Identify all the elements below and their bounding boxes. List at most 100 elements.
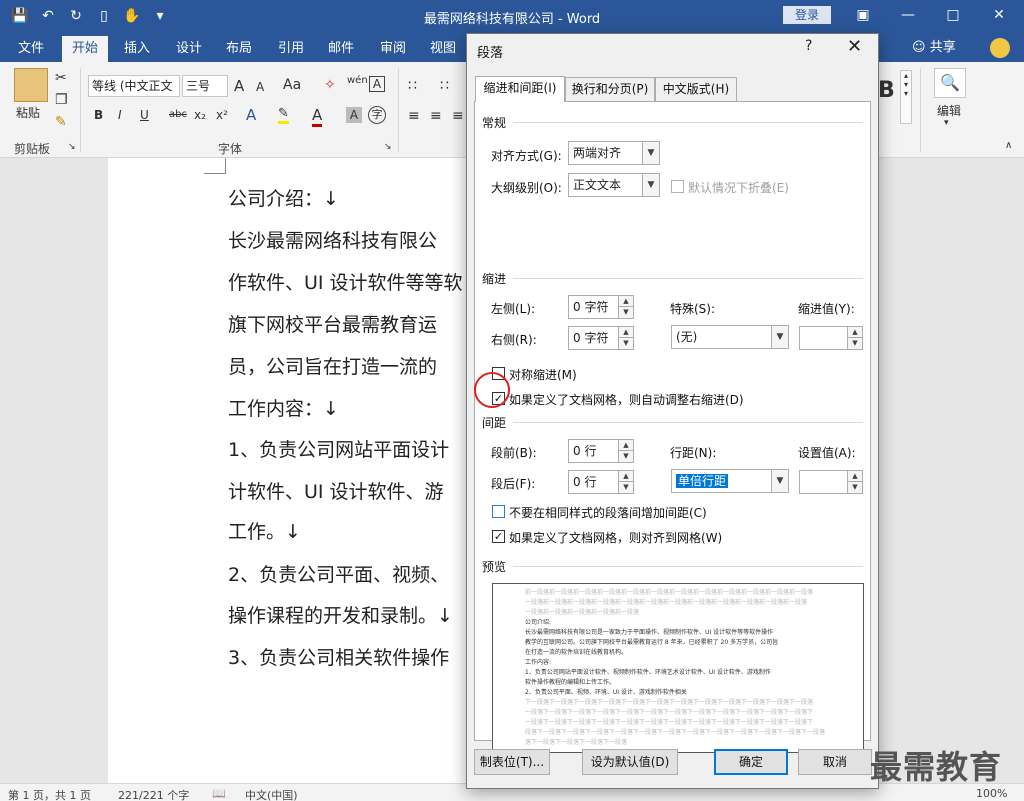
spin-down-icon[interactable]: ▼ [847, 338, 862, 349]
dialog-close-icon[interactable]: ✕ [847, 36, 862, 57]
proofing-icon[interactable]: 📖 [212, 787, 226, 800]
tab-references[interactable]: 引用 [268, 36, 314, 62]
tab-design[interactable]: 设计 [166, 36, 212, 62]
doc-line[interactable]: 工作。↓ [228, 517, 301, 544]
zoom-level[interactable]: 100% [976, 787, 1007, 800]
no-space-same-style-checkbox[interactable] [492, 505, 505, 518]
italic-icon[interactable]: I [118, 108, 122, 122]
spin-up-icon[interactable]: ▲ [847, 471, 862, 482]
spin-down-icon[interactable]: ▼ [847, 482, 862, 493]
edit-chevron-down-icon[interactable]: ▾ [944, 118, 949, 128]
spin-up-icon[interactable]: ▲ [618, 327, 633, 338]
phonetic-guide-icon[interactable]: wén [347, 75, 368, 86]
minimize-icon[interactable]: — [893, 4, 923, 26]
doc-line[interactable]: 旗下网校平台最需教育运 [228, 310, 437, 337]
clipboard-dialog-launcher-icon[interactable]: ↘ [68, 142, 76, 152]
space-before-spinner[interactable]: 0 行 ▲ ▼ [568, 439, 634, 463]
tab-view[interactable]: 视图 [420, 36, 466, 62]
styles-gallery-edge[interactable]: B [878, 78, 895, 103]
align-right-icon[interactable]: ≡ [452, 108, 464, 124]
doc-line[interactable]: 操作课程的开发和录制。↓ [228, 601, 453, 628]
special-indent-select[interactable]: (无) ▼ [671, 325, 789, 349]
line-spacing-select[interactable]: 单倍行距 ▼ [671, 469, 789, 493]
tab-review[interactable]: 审阅 [370, 36, 416, 62]
alignment-select[interactable]: 两端对齐 ▼ [568, 141, 660, 165]
login-button[interactable]: 登录 [783, 6, 831, 24]
tab-home[interactable]: 开始 [62, 36, 109, 62]
format-painter-icon[interactable]: ✎ [55, 114, 67, 130]
font-name-box[interactable]: 等线 (中文正文 [88, 75, 180, 97]
find-icon[interactable]: 🔍 [934, 68, 966, 98]
doc-line[interactable]: 工作内容：↓ [228, 394, 339, 421]
share-button[interactable]: ☺ 共享 [912, 36, 956, 60]
font-color-icon[interactable]: A [312, 106, 323, 127]
left-indent-spinner[interactable]: 0 字符 ▲ ▼ [568, 295, 634, 319]
tab-indents-spacing[interactable]: 缩进和间距(I) [475, 76, 565, 102]
tab-insert[interactable]: 插入 [114, 36, 160, 62]
spin-up-icon[interactable]: ▲ [618, 440, 633, 451]
align-center-icon[interactable]: ≡ [430, 108, 442, 124]
spin-up-icon[interactable]: ▲ [618, 471, 633, 482]
strikethrough-icon[interactable]: abc [169, 109, 187, 120]
underline-icon[interactable]: U [140, 108, 149, 122]
tabs-button[interactable]: 制表位(T)... [474, 749, 550, 775]
spin-down-icon[interactable]: ▼ [618, 307, 633, 318]
paste-icon[interactable] [14, 68, 48, 102]
enclose-char-icon[interactable]: 字 [368, 106, 386, 124]
doc-line[interactable]: 长沙最需网络科技有限公 [228, 226, 437, 253]
numbering-icon[interactable]: ∷ [440, 78, 449, 94]
doc-line[interactable]: 2、负责公司平面、视频、 [228, 560, 449, 587]
snap-to-grid-checkbox[interactable]: ✓ [492, 530, 505, 543]
spin-down-icon[interactable]: ▼ [618, 482, 633, 493]
spin-up-icon[interactable]: ▲ [847, 327, 862, 338]
font-size-box[interactable]: 三号 [182, 75, 228, 97]
language-indicator[interactable]: 中文(中国) [245, 787, 298, 801]
tab-mailings[interactable]: 邮件 [318, 36, 364, 62]
tab-asian-typography[interactable]: 中文版式(H) [655, 77, 737, 101]
grow-font-icon[interactable]: A [234, 77, 244, 95]
text-effects-icon[interactable]: A [246, 106, 256, 124]
page-count[interactable]: 第 1 页，共 1 页 [8, 787, 91, 801]
doc-line[interactable]: 1、负责公司网站平面设计 [228, 435, 449, 462]
tab-layout[interactable]: 布局 [216, 36, 262, 62]
subscript-icon[interactable]: x₂ [194, 108, 206, 122]
cancel-button[interactable]: 取消 [798, 749, 872, 775]
bold-icon[interactable]: B [94, 108, 103, 122]
set-default-button[interactable]: 设为默认值(D) [582, 749, 678, 775]
copy-icon[interactable]: ❐ [55, 92, 68, 108]
clear-format-icon[interactable]: ✧ [324, 77, 336, 93]
spacing-at-spinner[interactable]: ▲ ▼ [799, 470, 863, 494]
doc-line[interactable]: 作软件、UI 设计软件等等软 [228, 268, 463, 295]
feedback-smiley-icon[interactable] [990, 38, 1010, 58]
doc-line[interactable]: 计软件、UI 设计软件、游 [228, 477, 444, 504]
font-dialog-launcher-icon[interactable]: ↘ [384, 142, 392, 152]
help-icon[interactable]: ? [805, 38, 812, 54]
cut-icon[interactable]: ✂ [55, 70, 67, 86]
outline-level-select[interactable]: 正文文本 ▼ [568, 173, 660, 197]
edit-label[interactable]: 编辑 [937, 102, 961, 119]
maximize-icon[interactable]: □ [938, 4, 968, 26]
collapse-ribbon-icon[interactable]: ∧ [1005, 140, 1012, 151]
tab-file[interactable]: 文件 [8, 36, 54, 62]
align-left-icon[interactable]: ≡ [408, 108, 420, 124]
char-border-icon[interactable]: A [369, 76, 385, 92]
space-after-spinner[interactable]: 0 行 ▲ ▼ [568, 470, 634, 494]
superscript-icon[interactable]: x² [216, 108, 228, 122]
indent-by-spinner[interactable]: ▲ ▼ [799, 326, 863, 350]
close-icon[interactable]: ✕ [984, 4, 1014, 26]
shrink-font-icon[interactable]: A [256, 80, 264, 94]
spin-down-icon[interactable]: ▼ [618, 338, 633, 349]
paste-label[interactable]: 粘贴 [16, 104, 40, 121]
collapse-default-checkbox[interactable] [671, 180, 684, 193]
doc-line[interactable]: 员，公司旨在打造一流的 [228, 352, 437, 379]
right-indent-spinner[interactable]: 0 字符 ▲ ▼ [568, 326, 634, 350]
styles-scroll-icon[interactable]: ▴ ▾ ▾ [900, 70, 912, 124]
spin-up-icon[interactable]: ▲ [618, 296, 633, 307]
ok-button[interactable]: 确定 [714, 749, 788, 775]
doc-line[interactable]: 公司介绍：↓ [228, 184, 339, 211]
word-count[interactable]: 221/221 个字 [118, 787, 189, 801]
ribbon-display-icon[interactable]: ▣ [848, 4, 878, 26]
char-shading-icon[interactable]: A [346, 107, 362, 123]
highlight-icon[interactable]: ✎ [278, 106, 289, 124]
change-case-icon[interactable]: Aa [283, 77, 301, 93]
